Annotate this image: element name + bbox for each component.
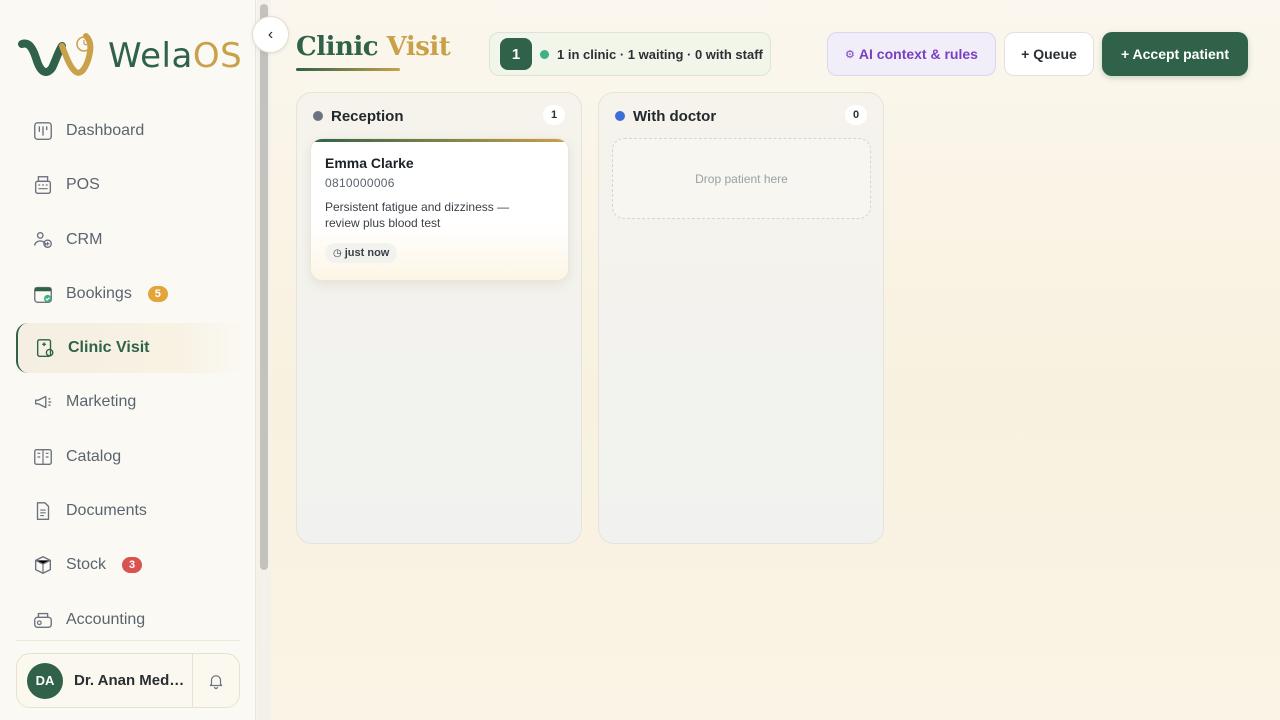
logo-wordmark: WelaOS — [108, 36, 242, 76]
user-name[interactable]: Dr. Anan Medi… — [74, 672, 186, 689]
page-title: Clinic Visit — [296, 32, 451, 62]
sidebar-scrollbar[interactable] — [257, 0, 271, 720]
app-logo[interactable]: WelaOS — [18, 30, 248, 82]
megaphone-icon — [32, 391, 54, 413]
sidebar-item-label: Accounting — [66, 610, 146, 628]
user-card[interactable]: DA Dr. Anan Medi… — [16, 653, 240, 708]
drop-patient-zone[interactable]: Drop patient here — [612, 138, 871, 219]
queue-button[interactable]: + Queue — [1004, 32, 1094, 76]
patient-phone: 0810000006 — [325, 176, 395, 190]
card-accent-bar — [311, 139, 568, 142]
sidebar-item-accounting[interactable]: Accounting — [16, 595, 244, 645]
box-icon — [32, 554, 54, 576]
cash-register-icon — [32, 609, 54, 631]
sidebar-item-label: Documents — [66, 502, 147, 520]
logo-text-main: Wela — [108, 36, 193, 76]
pos-register-icon — [32, 174, 54, 196]
dashboard-icon — [32, 120, 54, 142]
column-title: Reception — [331, 107, 404, 125]
catalog-book-icon — [32, 446, 54, 468]
sidebar-divider — [16, 640, 240, 641]
chevron-left-icon: ‹ — [267, 25, 274, 43]
clinic-status-summary: 1 1 in clinic · 1 waiting · 0 with staff — [489, 32, 771, 76]
welaos-logo-mark-icon — [18, 33, 94, 77]
sidebar-item-documents[interactable]: Documents — [16, 486, 244, 536]
page-title-part2: Visit — [386, 32, 451, 62]
column-status-dot — [615, 111, 625, 121]
avatar[interactable]: DA — [27, 662, 63, 699]
sidebar-item-label: Catalog — [66, 447, 122, 465]
sidebar-item-label: Bookings — [66, 284, 132, 302]
column-count-badge: 0 — [845, 105, 867, 125]
patient-name: Emma Clarke — [325, 155, 414, 171]
crm-users-icon — [32, 229, 54, 251]
sidebar-item-dashboard[interactable]: Dashboard — [16, 106, 244, 156]
patient-time-label: just now — [344, 247, 390, 259]
sidebar-item-label: Dashboard — [66, 122, 145, 139]
patient-time-badge: ◷ just now — [325, 243, 398, 263]
count-badge: 5 — [147, 285, 168, 302]
sidebar-item-label: POS — [66, 176, 100, 194]
sidebar-nav: Dashboard POS CRM Bookings 5 Clinic Visit Mark… — [16, 106, 244, 649]
clock-icon: ◷ — [333, 247, 342, 259]
sidebar-item-clinic-visit[interactable]: Clinic Visit — [16, 323, 244, 374]
status-dot-icon — [540, 49, 549, 59]
collapse-sidebar-button[interactable]: ‹ — [252, 16, 289, 53]
sidebar: WelaOS Dashboard POS CRM Bookings 5 Clinic Vi… — [0, 0, 256, 720]
title-underline — [296, 68, 400, 71]
column-title: With doctor — [633, 107, 717, 125]
sidebar-item-crm[interactable]: CRM — [16, 215, 244, 265]
accept-patient-button[interactable]: + Accept patient — [1102, 32, 1248, 76]
sidebar-item-catalog[interactable]: Catalog — [16, 432, 244, 482]
patient-card[interactable]: Emma Clarke 0810000006 Persistent fatigu… — [310, 138, 569, 281]
column-with-doctor[interactable]: With doctor 0 Drop patient here — [598, 92, 884, 544]
ai-context-rules-label: AI context & rules — [858, 46, 978, 62]
sidebar-item-bookings[interactable]: Bookings 5 — [16, 269, 244, 319]
gear-icon: ⚙ — [845, 48, 855, 61]
sidebar-item-label: Marketing — [66, 393, 137, 411]
document-icon — [32, 500, 54, 522]
ai-context-rules-button[interactable]: ⚙ AI context & rules — [827, 32, 996, 76]
sidebar-item-stock[interactable]: Stock 3 — [16, 540, 244, 590]
notifications-button[interactable] — [192, 654, 239, 707]
calendar-check-icon — [32, 283, 54, 305]
count-badge: 3 — [122, 557, 143, 574]
column-status-dot — [313, 111, 323, 121]
bell-icon — [209, 674, 223, 689]
sidebar-item-label: Clinic Visit — [68, 339, 150, 357]
column-header: Reception 1 — [313, 105, 565, 125]
column-reception[interactable]: Reception 1 Emma Clarke 0810000006 Persi… — [296, 92, 582, 544]
sidebar-scrollbar-thumb[interactable] — [260, 4, 268, 570]
column-header: With doctor 0 — [615, 105, 867, 125]
patient-visit-note: Persistent fatigue and dizziness — revie… — [325, 200, 510, 230]
status-count-badge: 1 — [500, 38, 532, 70]
logo-text-accent: OS — [192, 36, 243, 76]
sidebar-item-label: CRM — [66, 230, 103, 248]
status-text: 1 in clinic · 1 waiting · 0 with staff — [557, 46, 763, 62]
column-count-badge: 1 — [543, 105, 565, 125]
clinic-icon — [34, 337, 56, 359]
sidebar-item-marketing[interactable]: Marketing — [16, 377, 244, 427]
sidebar-item-pos[interactable]: POS — [16, 160, 244, 210]
sidebar-item-label: Stock — [66, 556, 107, 574]
page-title-part1: Clinic — [296, 32, 387, 62]
